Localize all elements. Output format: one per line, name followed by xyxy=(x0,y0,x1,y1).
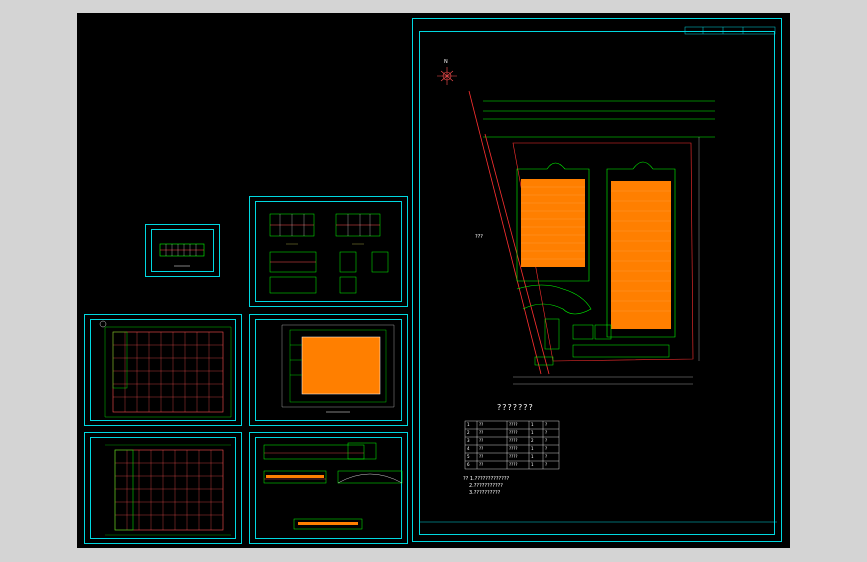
legend-cell-note: ? xyxy=(545,462,548,467)
building-2 xyxy=(606,161,676,338)
floor-plan-1-drawing xyxy=(99,320,232,418)
legend-cell-floors: 1 xyxy=(531,462,534,467)
legend-cell-name: ?? xyxy=(479,446,484,451)
legend-cell-no: 5 xyxy=(467,454,470,459)
north-arrow-icon xyxy=(437,67,457,85)
legend-cell-no: 6 xyxy=(467,462,470,467)
legend-cell-no: 2 xyxy=(467,430,470,435)
elevations-drawing xyxy=(269,213,389,294)
roof-plan-drawing xyxy=(281,324,395,413)
sheet-elevations[interactable] xyxy=(249,196,408,307)
legend-cell-no: 4 xyxy=(467,446,470,451)
drawing-canvas: N ??? ??????? ?? 1.????????????? 2.?????… xyxy=(77,13,790,548)
legend-cell-area: ???? xyxy=(509,430,518,435)
floor-plan-2-drawing xyxy=(105,444,231,536)
legend-title: ??????? xyxy=(497,403,534,412)
north-label: N xyxy=(444,59,448,65)
legend-cell-name: ?? xyxy=(479,438,484,443)
legend-cell-name: ?? xyxy=(479,430,484,435)
legend-cell-area: ???? xyxy=(509,462,518,467)
sheet-small-elevation[interactable] xyxy=(145,224,220,277)
legend-cell-note: ? xyxy=(545,454,548,459)
building-1 xyxy=(516,162,590,282)
legend-cell-note: ? xyxy=(545,430,548,435)
legend-cell-note: ? xyxy=(545,438,548,443)
legend-cell-area: ???? xyxy=(509,446,518,451)
legend-cell-floors: 1 xyxy=(531,446,534,451)
legend-cell-floors: 1 xyxy=(531,430,534,435)
legend-cell-area: ???? xyxy=(509,454,518,459)
small-elevation-drawing xyxy=(159,243,205,267)
sheet-floor-plan-1[interactable] xyxy=(84,314,242,426)
note-line-3: 3.?????????? xyxy=(469,490,501,496)
legend-cell-note: ? xyxy=(545,422,548,427)
legend-cell-floors: 1 xyxy=(531,454,534,459)
legend-cell-area: ???? xyxy=(509,438,518,443)
sheet-sections[interactable] xyxy=(249,432,408,544)
legend-cell-no: 1 xyxy=(467,422,470,427)
legend-cell-no: 3 xyxy=(467,438,470,443)
legend-cell-floors: 2 xyxy=(531,438,534,443)
legend-cell-name: ?? xyxy=(479,462,484,467)
note-line-1: ?? 1.????????????? xyxy=(463,476,510,482)
note-line-2: 2.??????????? xyxy=(469,483,503,489)
sheet-floor-plan-2[interactable] xyxy=(84,432,242,544)
sections-drawing xyxy=(263,442,403,530)
legend-cell-floors: 1 xyxy=(531,422,534,427)
legend-cell-name: ?? xyxy=(479,422,484,427)
legend-cell-name: ?? xyxy=(479,454,484,459)
sheet-roof-plan[interactable] xyxy=(249,314,408,426)
sheet-site-plan[interactable]: N ??? ??????? ?? 1.????????????? 2.?????… xyxy=(412,18,782,542)
legend-cell-note: ? xyxy=(545,446,548,451)
legend-cell-area: ???? xyxy=(509,422,518,427)
road-side-label: ??? xyxy=(475,234,483,240)
